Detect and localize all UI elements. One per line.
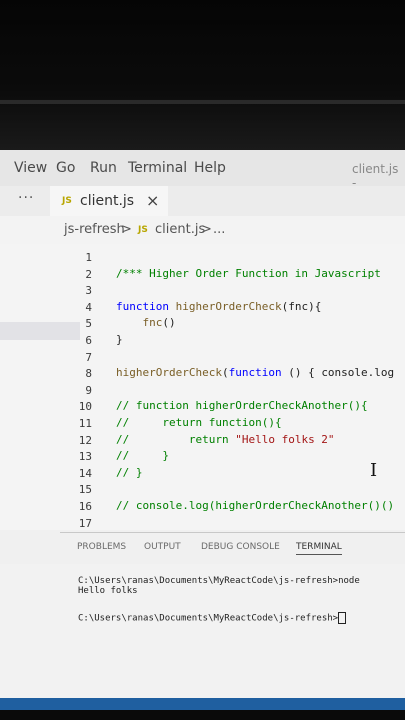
tab-label: client.js [80,193,135,209]
line-number: 1 [85,251,92,264]
code-line[interactable]: 8 higherOrderCheck(function () { console.… [0,366,405,383]
terminal-panel[interactable]: C:\Users\ranas\Documents\MyReactCode\js-… [0,564,405,698]
desk-edge [0,710,405,720]
menu-run[interactable]: Run [90,160,117,176]
close-icon[interactable]: × [146,191,159,210]
code-editor[interactable]: 1 2/*** Higher Order Function in Javascri… [0,244,405,530]
tab-client-js[interactable]: JS client.js × [50,186,168,216]
panel-divider [60,532,405,533]
line-number: 15 [78,483,92,497]
code-line[interactable]: 10 // function higherOrderCheckAnother(){ [0,399,405,416]
line-number: 13 [78,450,92,464]
tab-terminal[interactable]: TERMINAL [296,542,342,555]
tab-problems[interactable]: PROBLEMS [77,542,126,552]
code-text: /*** Higher Order Function in Javascript [116,266,381,280]
terminal-cursor [338,612,347,624]
breadcrumb: js-refresh > JS client.js > ... [0,216,405,244]
line-number: 11 [78,417,92,430]
line-number: 3 [85,284,92,298]
menu-help[interactable]: Help [194,160,226,176]
bezel-edge [0,100,405,104]
js-file-icon: JS [62,196,72,206]
code-line[interactable]: 17 [0,516,405,533]
breadcrumb-file[interactable]: client.js [155,222,205,237]
code-line[interactable]: 3 [0,283,405,300]
menu-bar: View Go Run Terminal Help client.js - [0,150,405,190]
tab-debug-console[interactable]: DEBUG CONSOLE [201,542,280,552]
status-bar [0,698,405,710]
code-text: // return "Hello folks 2" [116,432,335,446]
code-text: // function higherOrderCheckAnother(){ [116,399,368,413]
monitor-bezel [0,0,405,150]
code-text: // console.log(higherOrderCheckAnother()… [116,499,395,512]
code-line[interactable]: 15 [0,482,405,499]
code-text: // } [116,449,169,463]
code-text: function higherOrderCheck(fnc){ [116,299,322,313]
line-number: 14 [78,466,92,480]
more-actions-icon[interactable]: ··· [18,190,34,206]
code-line[interactable]: 12 // return "Hello folks 2" [0,433,405,450]
line-number: 12 [78,433,92,447]
panel-tabs: PROBLEMS OUTPUT DEBUG CONSOLE TERMINAL [0,534,405,564]
code-line[interactable]: 1 [0,250,405,267]
code-text: } [116,333,123,346]
vscode-window: View Go Run Terminal Help client.js - ··… [0,150,405,698]
menu-terminal[interactable]: Terminal [128,160,187,176]
line-number: 8 [85,367,92,381]
code-line[interactable]: 9 [0,383,405,400]
line-number: 4 [85,300,92,314]
js-file-icon: JS [138,225,148,235]
code-line[interactable]: 13 // } [0,449,405,466]
code-text: higherOrderCheck(function () { console.l… [116,366,395,380]
code-line[interactable]: 2 /*** Higher Order Function in Javascrip… [0,267,405,284]
line-number: 7 [85,350,92,364]
line-number: 6 [85,334,92,347]
line-number: 17 [78,516,92,530]
chevron-right-icon: > [121,222,132,237]
terminal-prompt: C:\Users\ranas\Documents\MyReactCode\js-… [78,612,347,624]
terminal-line: C:\Users\ranas\Documents\MyReactCode\js-… [78,576,360,586]
text-cursor-icon: I [370,460,378,481]
code-line[interactable]: 7 [0,350,405,367]
line-number: 9 [85,383,92,397]
tab-output[interactable]: OUTPUT [144,542,181,552]
terminal-output: Hello folks [78,586,138,596]
line-number: 16 [78,500,92,513]
code-line[interactable]: 4 function higherOrderCheck(fnc){ [0,300,405,317]
breadcrumb-folder[interactable]: js-refresh [64,222,125,237]
chevron-right-icon: > [201,222,212,237]
menu-view[interactable]: View [14,160,47,176]
code-line[interactable]: 16 // console.log(higherOrderCheckAnother… [0,499,405,516]
code-text: // return function(){ [116,416,282,429]
code-line[interactable]: 11 // return function(){ [0,416,405,433]
line-number: 2 [85,267,92,281]
menu-go[interactable]: Go [56,160,75,176]
code-text: // } [116,465,143,479]
line-number: 10 [78,400,92,414]
tab-bar: ··· JS client.js × [0,186,405,216]
line-number: 5 [85,317,92,331]
code-text: fnc() [142,316,176,330]
breadcrumb-symbols[interactable]: ... [213,222,225,237]
code-line[interactable]: 6} [0,333,405,350]
code-line[interactable]: 14 // } [0,466,405,483]
code-line[interactable]: 5 fnc() [0,316,405,333]
